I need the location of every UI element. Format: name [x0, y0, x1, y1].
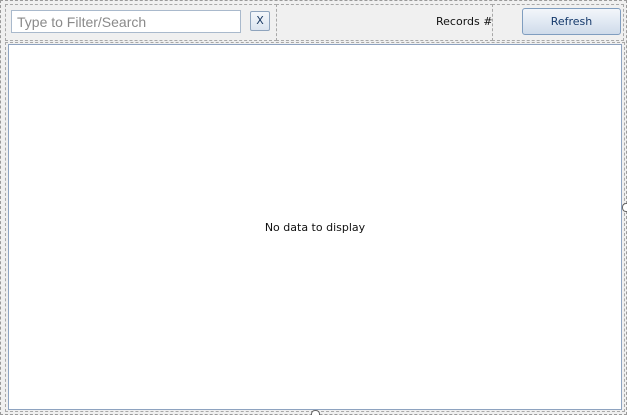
resize-handle-right[interactable] [622, 203, 627, 212]
refresh-button[interactable]: Refresh [522, 8, 621, 35]
empty-state-message: No data to display [264, 221, 366, 234]
clear-search-button[interactable]: X [250, 11, 270, 31]
records-count-label: Records # [436, 15, 493, 28]
data-grid[interactable]: No data to display [8, 44, 622, 410]
resize-handle-bottom[interactable] [311, 410, 320, 415]
search-input[interactable] [11, 10, 241, 33]
